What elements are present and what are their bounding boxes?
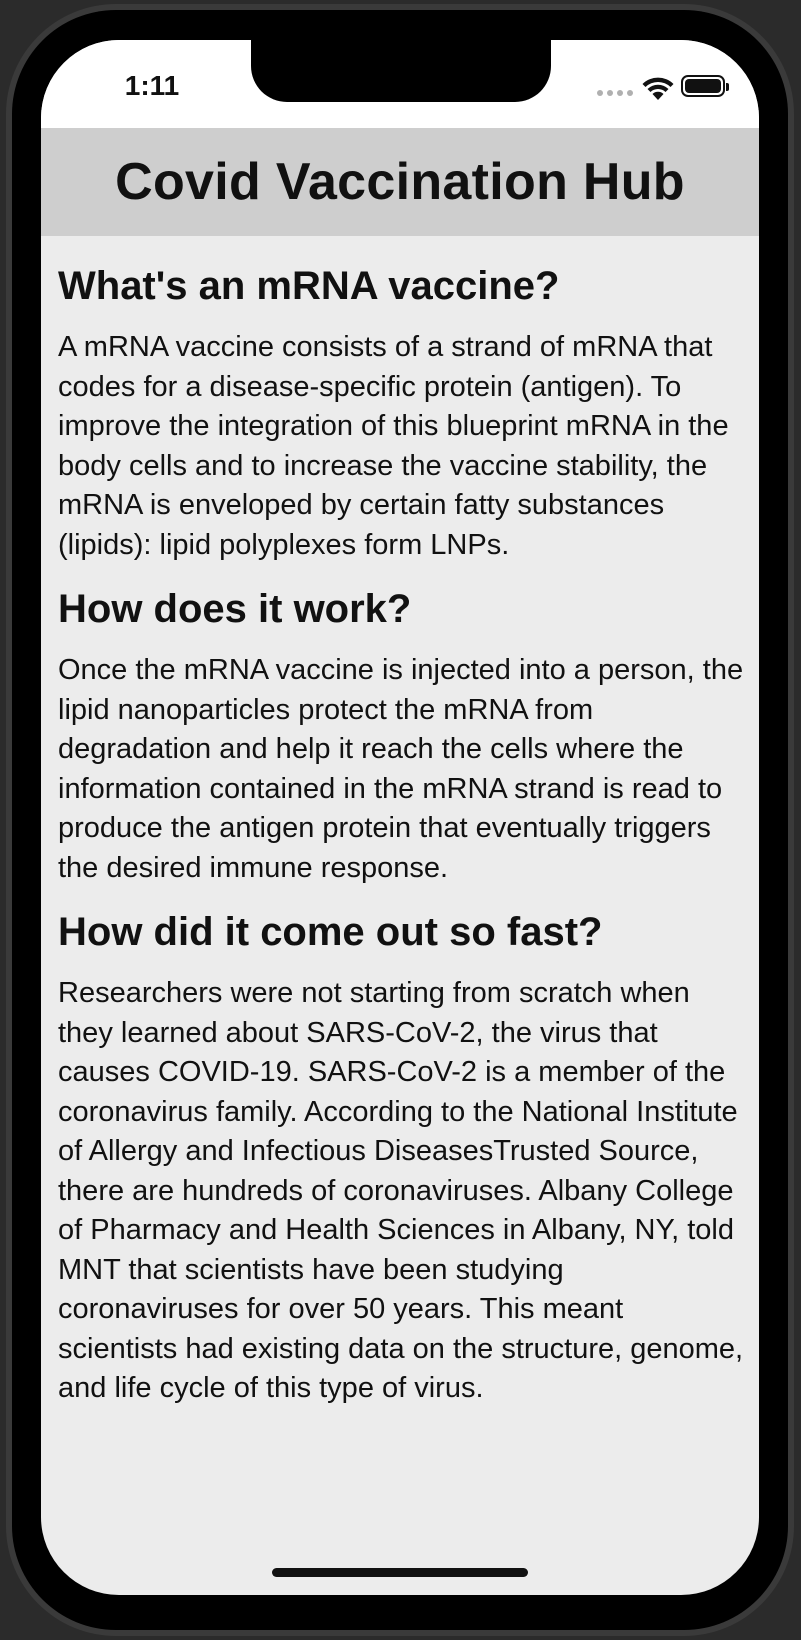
status-bar: 1:11 — [41, 40, 759, 128]
content-scroll-area[interactable]: What's an mRNA vaccine? A mRNA vaccine c… — [58, 262, 748, 1429]
section-body: Researchers were not starting from scrat… — [58, 977, 744, 1404]
device-notch — [251, 40, 551, 102]
battery-icon — [681, 75, 729, 97]
section-body: Once the mRNA vaccine is injected into a… — [58, 654, 744, 884]
app-header: Covid Vaccination Hub — [41, 128, 759, 236]
section-heading: How did it come out so fast? — [58, 910, 603, 954]
device-screen: 1:11 Covid Vaccination Hub What's an mRN… — [41, 40, 759, 1595]
section-mrna-vaccine: What's an mRNA vaccine? A mRNA vaccine c… — [58, 262, 748, 565]
wifi-icon — [642, 77, 674, 100]
section-how-it-works: How does it work? Once the mRNA vaccine … — [58, 585, 748, 888]
status-time: 1:11 — [124, 70, 180, 101]
section-heading: What's an mRNA vaccine? — [58, 264, 560, 308]
section-heading: How does it work? — [58, 587, 412, 631]
signal-icon — [597, 90, 633, 96]
section-how-so-fast: How did it come out so fast? Researchers… — [58, 908, 748, 1409]
section-body: A mRNA vaccine consists of a strand of m… — [58, 331, 729, 561]
page-title: Covid Vaccination Hub — [115, 153, 685, 211]
home-indicator[interactable] — [272, 1568, 528, 1577]
